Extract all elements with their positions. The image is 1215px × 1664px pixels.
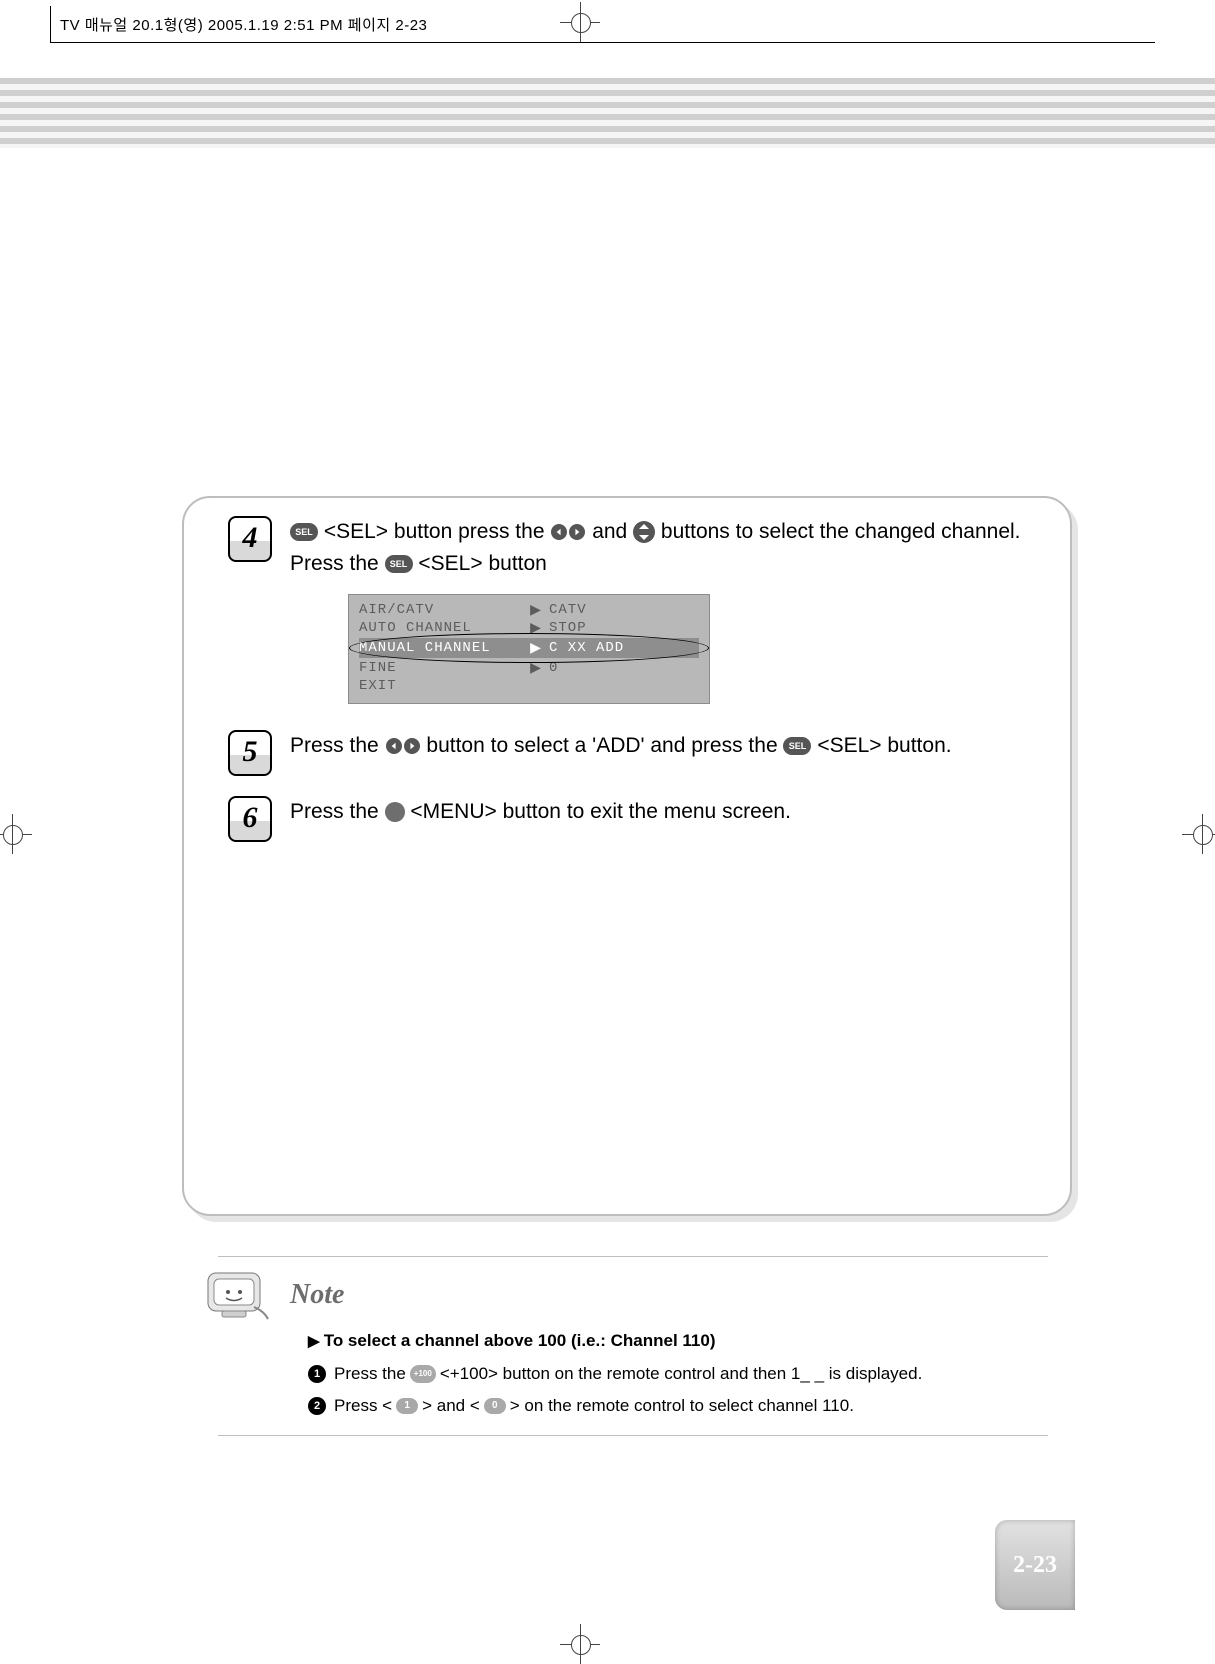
osd-row-manualchannel: MANUAL CHANNEL ▶ C XX ADD bbox=[359, 638, 699, 658]
crop-mark-left bbox=[0, 814, 32, 854]
menu-icon bbox=[385, 802, 405, 822]
osd-arrow-icon: ▶ bbox=[529, 620, 543, 637]
crop-mark-bottom bbox=[560, 1624, 600, 1664]
note-line-1: 1 Press the +100 <+100> button on the re… bbox=[308, 1361, 1048, 1387]
page-number: 2-23 bbox=[1013, 1552, 1057, 1579]
step-4-seg-d: <SEL> button bbox=[418, 552, 546, 575]
note-title: Note bbox=[290, 1279, 344, 1311]
osd-arrow-icon: ▶ bbox=[529, 660, 543, 677]
step-4: 4 SEL <SEL> button press the and buttons… bbox=[228, 516, 1030, 580]
osd-row-aircatv: AIR/CATV ▶ CATV bbox=[359, 601, 699, 619]
step-5-seg-a: Press the bbox=[290, 734, 379, 757]
osd-arrow-icon: ▶ bbox=[529, 602, 543, 619]
plus100-icon: +100 bbox=[410, 1365, 436, 1383]
crop-mark-top bbox=[560, 2, 600, 42]
step-badge-6: 6 bbox=[228, 796, 272, 842]
sel-icon: SEL bbox=[783, 737, 811, 755]
step-6-seg-b: <MENU> button to exit the menu screen. bbox=[410, 800, 791, 823]
note1-seg-b: <+100> button on the remote control and … bbox=[440, 1361, 922, 1387]
right-arrow-icon bbox=[404, 738, 420, 754]
osd-label: AIR/CATV bbox=[359, 602, 529, 618]
print-header-rule-vertical bbox=[50, 6, 51, 42]
note-rule-bottom bbox=[218, 1435, 1048, 1436]
osd-value: CATV bbox=[543, 602, 699, 618]
osd-label: FINE bbox=[359, 660, 529, 676]
print-header-rule-horizontal bbox=[50, 42, 1155, 43]
note-header: Note bbox=[218, 1257, 1048, 1329]
print-header: TV 매뉴얼 20.1형(영) 2005.1.19 2:51 PM 페이지 2-… bbox=[60, 14, 1155, 35]
bullet-1-icon: 1 bbox=[308, 1365, 326, 1383]
bullet-2-icon: 2 bbox=[308, 1397, 326, 1415]
osd-value: STOP bbox=[543, 620, 699, 636]
left-arrow-icon bbox=[386, 738, 402, 754]
tv-cartoon-icon bbox=[202, 1265, 272, 1325]
num1-icon: 1 bbox=[396, 1398, 418, 1414]
osd-row-autochannel: AUTO CHANNEL ▶ STOP bbox=[359, 619, 699, 637]
left-arrow-icon bbox=[551, 524, 567, 540]
right-arrow-icon bbox=[569, 524, 585, 540]
note2-seg-b: > and < bbox=[422, 1393, 480, 1419]
num0-icon: 0 bbox=[484, 1398, 506, 1414]
osd-label: AUTO CHANNEL bbox=[359, 620, 529, 636]
banner-stripes bbox=[0, 78, 1215, 148]
osd-row-fine: FINE ▶ 0 bbox=[359, 659, 699, 677]
note2-seg-c: > on the remote control to select channe… bbox=[510, 1393, 854, 1419]
updown-arrow-icon bbox=[633, 521, 655, 543]
note-line-2: 2 Press < 1 > and < 0 > on the remote co… bbox=[308, 1393, 1048, 1419]
step-badge-4: 4 bbox=[228, 516, 272, 562]
note-subhead: To select a channel above 100 (i.e.: Cha… bbox=[308, 1331, 1048, 1351]
osd-menu: AIR/CATV ▶ CATV AUTO CHANNEL ▶ STOP MANU… bbox=[348, 594, 710, 704]
note-body: To select a channel above 100 (i.e.: Cha… bbox=[218, 1329, 1048, 1435]
step-5-seg-b: button to select a 'ADD' and press the bbox=[426, 734, 777, 757]
sel-icon: SEL bbox=[290, 523, 318, 541]
note1-seg-a: Press the bbox=[334, 1361, 406, 1387]
step-4-seg-a: <SEL> button press the bbox=[324, 520, 545, 543]
osd-row-exit: EXIT bbox=[359, 677, 699, 695]
step-6-text: Press the <MENU> button to exit the menu… bbox=[290, 796, 1030, 828]
osd-value: C XX ADD bbox=[543, 640, 699, 656]
osd-label: EXIT bbox=[359, 678, 529, 694]
step-4-text: SEL <SEL> button press the and buttons t… bbox=[290, 516, 1030, 580]
step-5-text: Press the button to select a 'ADD' and p… bbox=[290, 730, 1030, 762]
step-5: 5 Press the button to select a 'ADD' and… bbox=[228, 730, 1030, 776]
osd-arrow-icon: ▶ bbox=[529, 640, 543, 657]
note2-seg-a: Press < bbox=[334, 1393, 392, 1419]
page-number-tab: 2-23 bbox=[995, 1520, 1075, 1610]
step-4-seg-b: and bbox=[592, 520, 627, 543]
osd-value: 0 bbox=[543, 660, 699, 676]
note-block: Note To select a channel above 100 (i.e.… bbox=[218, 1256, 1048, 1436]
instruction-panel: 4 SEL <SEL> button press the and buttons… bbox=[182, 496, 1072, 1216]
step-5-seg-c: <SEL> button. bbox=[817, 734, 951, 757]
step-6-seg-a: Press the bbox=[290, 800, 379, 823]
crop-mark-right bbox=[1182, 814, 1215, 854]
step-6: 6 Press the <MENU> button to exit the me… bbox=[228, 796, 1030, 842]
sel-icon: SEL bbox=[385, 555, 413, 573]
osd-label: MANUAL CHANNEL bbox=[359, 640, 529, 656]
step-badge-5: 5 bbox=[228, 730, 272, 776]
